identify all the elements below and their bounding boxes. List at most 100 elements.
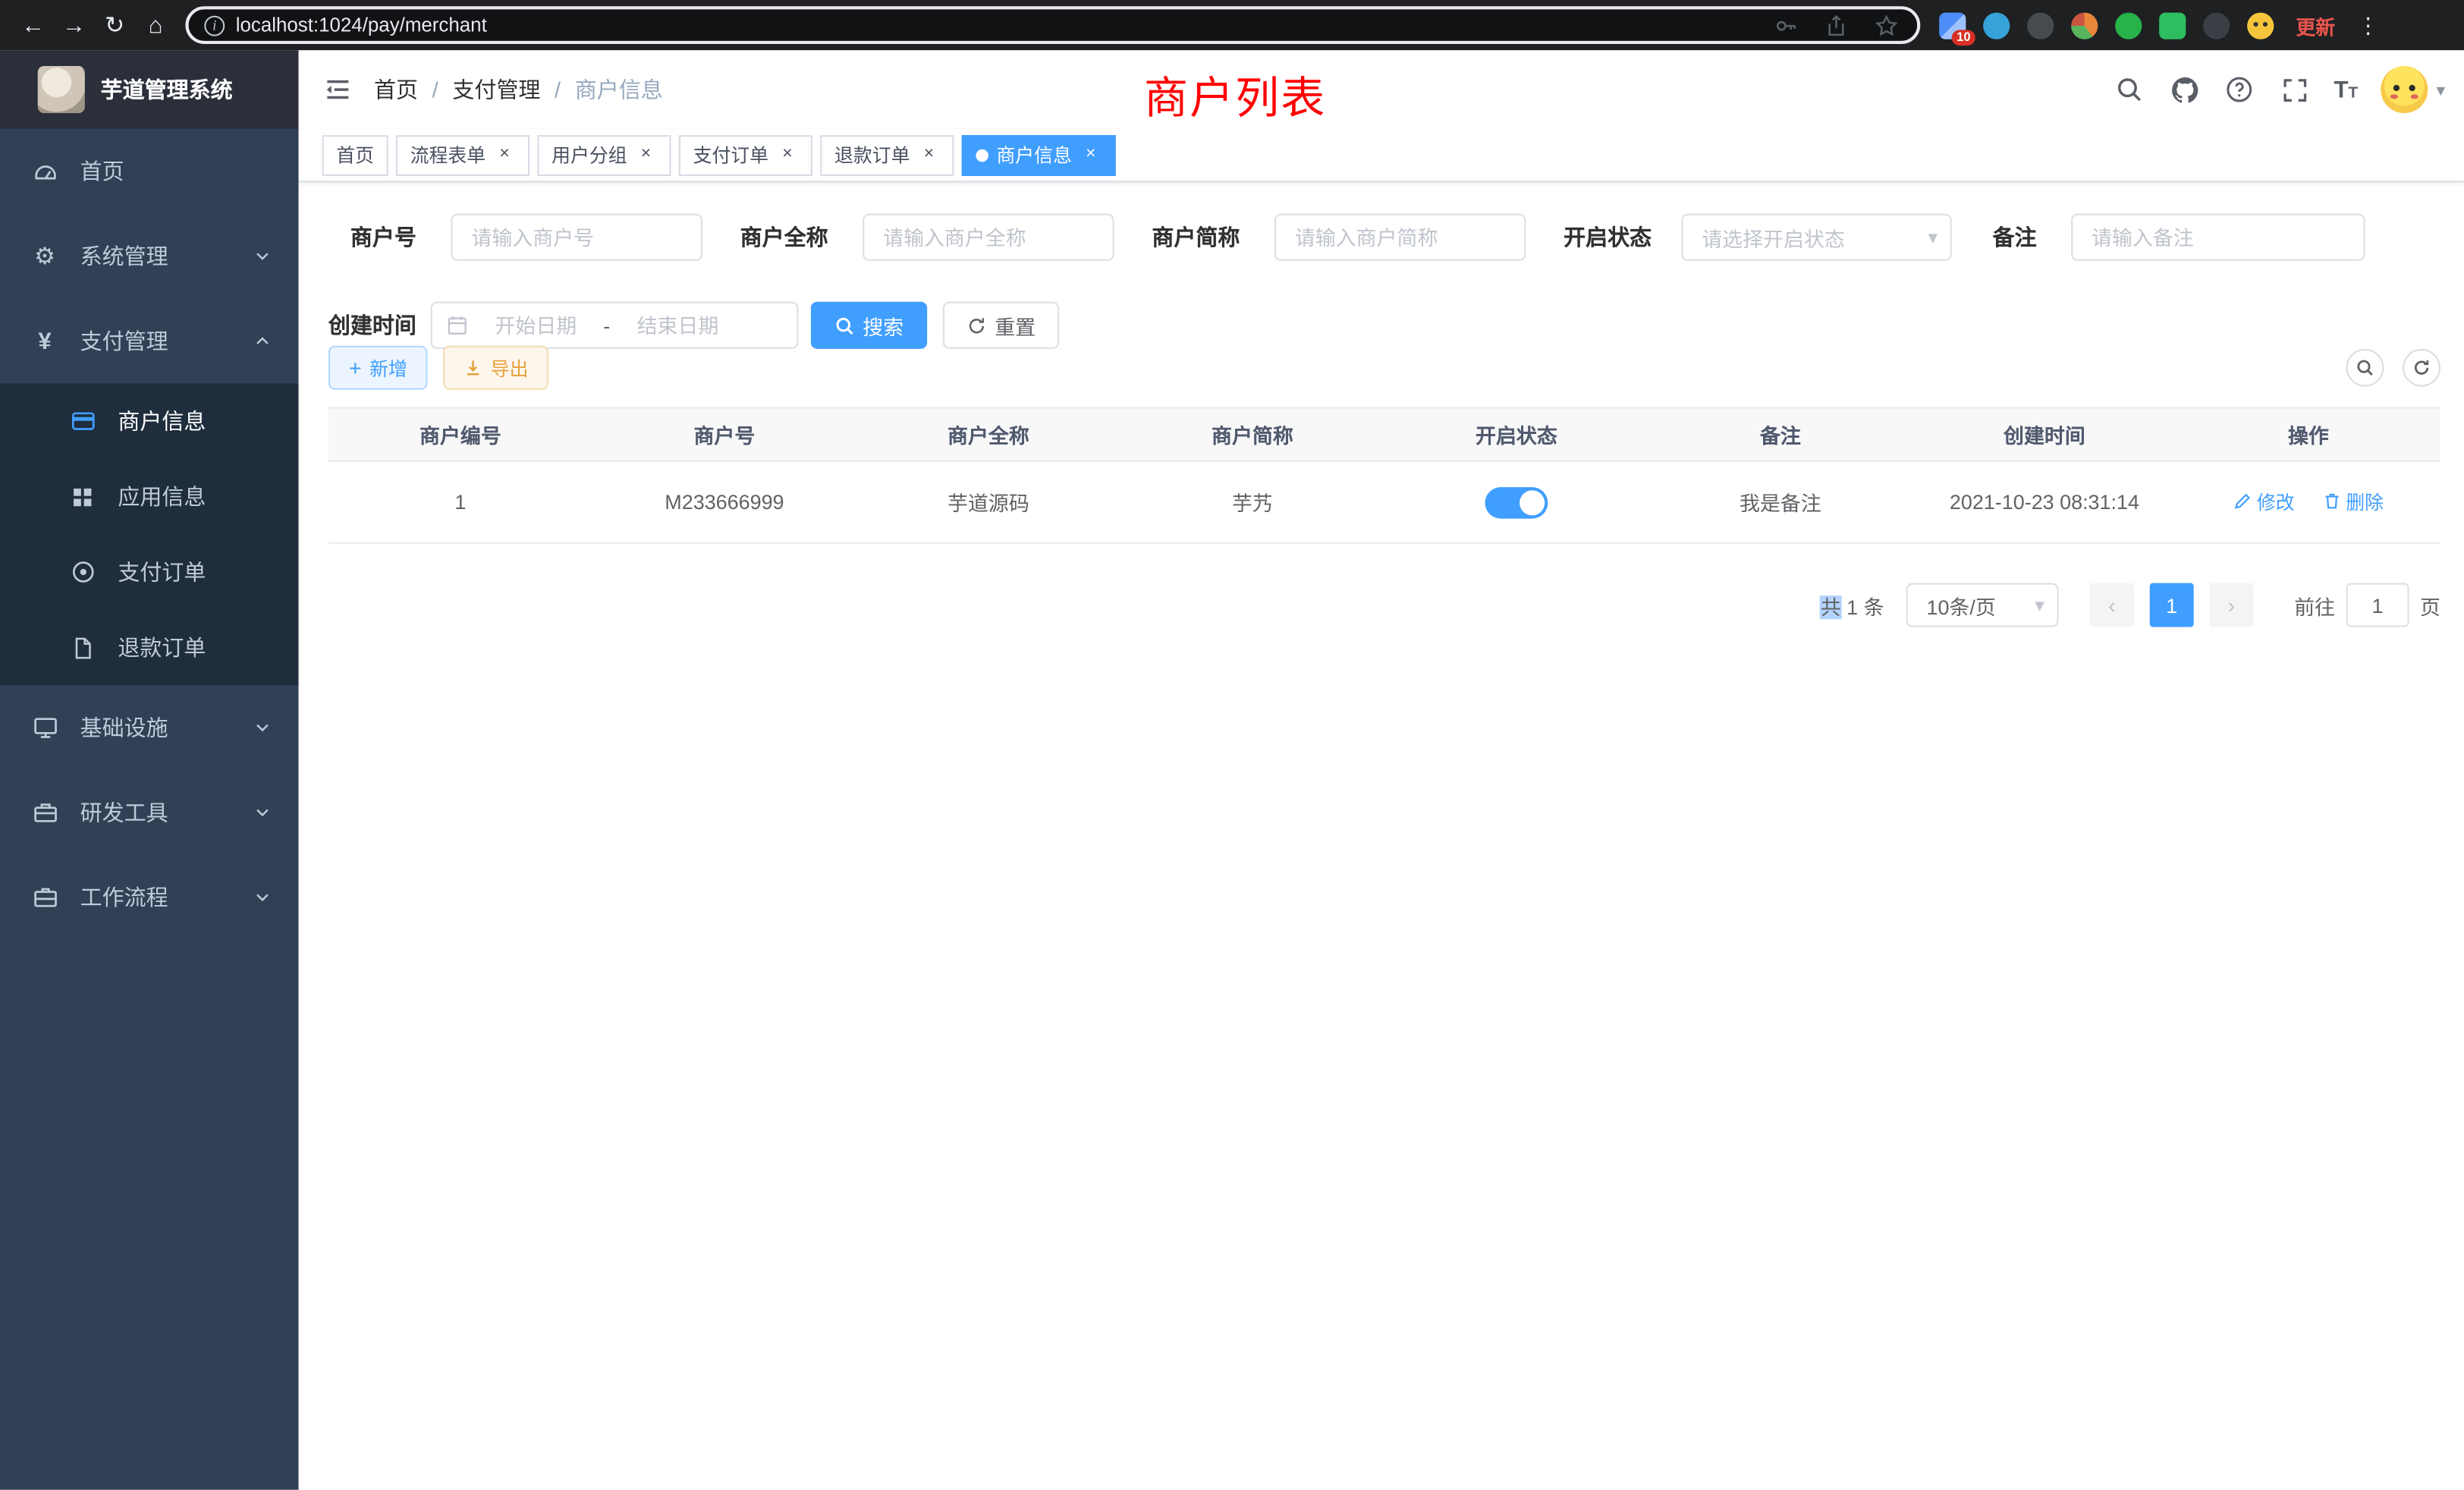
app-logo[interactable]: 芋道管理系统: [0, 50, 299, 129]
bookmark-star-icon[interactable]: [1870, 9, 1901, 40]
search-icon[interactable]: [2114, 74, 2145, 105]
tab-label: 用户分组: [552, 141, 627, 168]
sidebar-item-infra[interactable]: 基础设施: [0, 685, 299, 770]
github-icon[interactable]: [2169, 74, 2200, 105]
prev-page-button[interactable]: ‹: [2090, 583, 2134, 627]
merchant-short-input[interactable]: [1274, 214, 1526, 261]
page-1-button[interactable]: 1: [2150, 583, 2194, 627]
sidebar: 芋道管理系统 首页 ⚙ 系统管理 ¥ 支付管理: [0, 50, 299, 1489]
sidebar-item-merchant-info[interactable]: 商户信息: [0, 383, 299, 458]
date-start-input[interactable]: [475, 313, 598, 337]
cell-create-time: 2021-10-23 08:31:14: [1912, 461, 2176, 543]
table-row: 1 M233666999 芋道源码 芋艿 我是备注 2021-10-23 08:…: [328, 461, 2440, 543]
date-end-input[interactable]: [617, 313, 740, 337]
export-button[interactable]: 导出: [444, 346, 549, 390]
fullscreen-icon[interactable]: [2279, 74, 2310, 105]
update-button[interactable]: 更新: [2296, 10, 2335, 39]
pagination-total-highlight: 共: [1821, 595, 1841, 618]
breadcrumb-home[interactable]: 首页: [374, 74, 418, 105]
close-icon[interactable]: ×: [493, 144, 515, 166]
pagination-total: 共 1 条: [1821, 590, 1884, 620]
font-size-icon[interactable]: TT: [2334, 76, 2358, 102]
status-select[interactable]: 请选择开启状态 ▾: [1681, 214, 1951, 261]
browser-menu-icon[interactable]: ⋮: [2351, 12, 2386, 39]
extension-icon-8[interactable]: [2247, 12, 2274, 39]
reload-icon[interactable]: ↻: [94, 5, 135, 46]
reset-button-label: 重置: [995, 310, 1036, 340]
close-icon[interactable]: ×: [635, 144, 657, 166]
pagination-total-rest: 1 条: [1841, 595, 1884, 618]
reset-button[interactable]: 重置: [943, 302, 1059, 349]
share-icon[interactable]: [1820, 9, 1851, 40]
table-toolbar: + 新增 导出: [299, 346, 2464, 390]
sidebar-item-pay-orders[interactable]: 支付订单: [0, 534, 299, 609]
close-icon[interactable]: ×: [776, 144, 798, 166]
key-icon[interactable]: [1769, 9, 1800, 40]
add-button[interactable]: + 新增: [328, 346, 428, 390]
chevron-down-icon: [255, 248, 271, 264]
tabs-bar: 首页 流程表单 × 用户分组 × 支付订单 × 退款订单 × 商户信息 ×: [299, 129, 2464, 182]
tab-refund-orders[interactable]: 退款订单 ×: [820, 134, 954, 175]
target-icon: [69, 559, 96, 584]
sidebar-item-label: 基础设施: [80, 712, 168, 743]
remark-input[interactable]: [2071, 214, 2365, 261]
breadcrumb-payment[interactable]: 支付管理: [452, 74, 540, 105]
delete-link[interactable]: 删除: [2322, 489, 2384, 515]
tab-user-group[interactable]: 用户分组 ×: [537, 134, 671, 175]
help-icon[interactable]: [2224, 74, 2255, 105]
show-search-icon-button[interactable]: [2346, 349, 2384, 387]
goto-label: 前往: [2294, 590, 2335, 620]
chevron-down-icon: [255, 720, 271, 736]
extension-icon-1[interactable]: 10: [1939, 12, 1966, 39]
tab-label: 退款订单: [834, 141, 910, 168]
table-header-row: 商户编号 商户号 商户全称 商户简称 开启状态 备注 创建时间 操作: [328, 408, 2440, 461]
sidebar-item-dev-tools[interactable]: 研发工具: [0, 770, 299, 855]
tab-label: 支付订单: [693, 141, 768, 168]
search-button[interactable]: 搜索: [811, 302, 927, 349]
goto-page-input[interactable]: [2346, 583, 2409, 627]
sidebar-item-home[interactable]: 首页: [0, 129, 299, 214]
cell-merchant-no: M233666999: [592, 461, 856, 543]
forward-icon[interactable]: →: [53, 5, 94, 46]
grid-icon: [69, 485, 96, 508]
date-separator: -: [603, 313, 610, 337]
page-size-select[interactable]: 10条/页 ▾: [1906, 583, 2059, 627]
navbar-actions: TT ▾: [2114, 66, 2464, 113]
next-page-button[interactable]: ›: [2209, 583, 2253, 627]
extension-icon-6[interactable]: [2159, 12, 2186, 39]
calendar-icon: [445, 313, 468, 337]
tab-merchant-info[interactable]: 商户信息 ×: [962, 134, 1116, 175]
close-icon[interactable]: ×: [1080, 144, 1102, 166]
status-toggle[interactable]: [1485, 486, 1548, 517]
sidebar-item-label: 应用信息: [118, 481, 206, 512]
back-icon[interactable]: ←: [13, 5, 54, 46]
cell-actions: 修改 删除: [2176, 461, 2440, 543]
sidebar-item-system[interactable]: ⚙ 系统管理: [0, 214, 299, 299]
sidebar-item-refund-orders[interactable]: 退款订单: [0, 610, 299, 685]
hamburger-icon[interactable]: [299, 75, 374, 103]
extension-icon-3[interactable]: [2027, 12, 2054, 39]
extension-icon-5[interactable]: [2115, 12, 2142, 39]
sidebar-item-payment[interactable]: ¥ 支付管理: [0, 299, 299, 384]
extension-icon-2[interactable]: [1983, 12, 2010, 39]
tab-home[interactable]: 首页: [322, 134, 388, 175]
edit-link[interactable]: 修改: [2233, 489, 2295, 515]
info-icon[interactable]: i: [204, 15, 225, 36]
user-menu[interactable]: ▾: [2381, 66, 2445, 113]
close-icon[interactable]: ×: [918, 144, 940, 166]
sidebar-item-app-info[interactable]: 应用信息: [0, 459, 299, 534]
home-icon[interactable]: ⌂: [135, 5, 176, 46]
chevron-up-icon: [255, 333, 271, 349]
cell-merchant-id: 1: [328, 461, 592, 543]
tab-process-form[interactable]: 流程表单 ×: [396, 134, 530, 175]
merchant-name-input[interactable]: [863, 214, 1114, 261]
create-time-range-picker[interactable]: -: [431, 302, 799, 349]
tab-pay-orders[interactable]: 支付订单 ×: [679, 134, 812, 175]
address-bar[interactable]: i localhost:1024/pay/merchant: [185, 6, 1920, 44]
extension-icon-7[interactable]: [2203, 12, 2230, 39]
sidebar-item-workflow[interactable]: 工作流程: [0, 855, 299, 940]
avatar[interactable]: [2381, 66, 2428, 113]
refresh-icon-button[interactable]: [2403, 349, 2440, 387]
merchant-no-input[interactable]: [451, 214, 702, 261]
extension-icon-4[interactable]: [2071, 12, 2098, 39]
